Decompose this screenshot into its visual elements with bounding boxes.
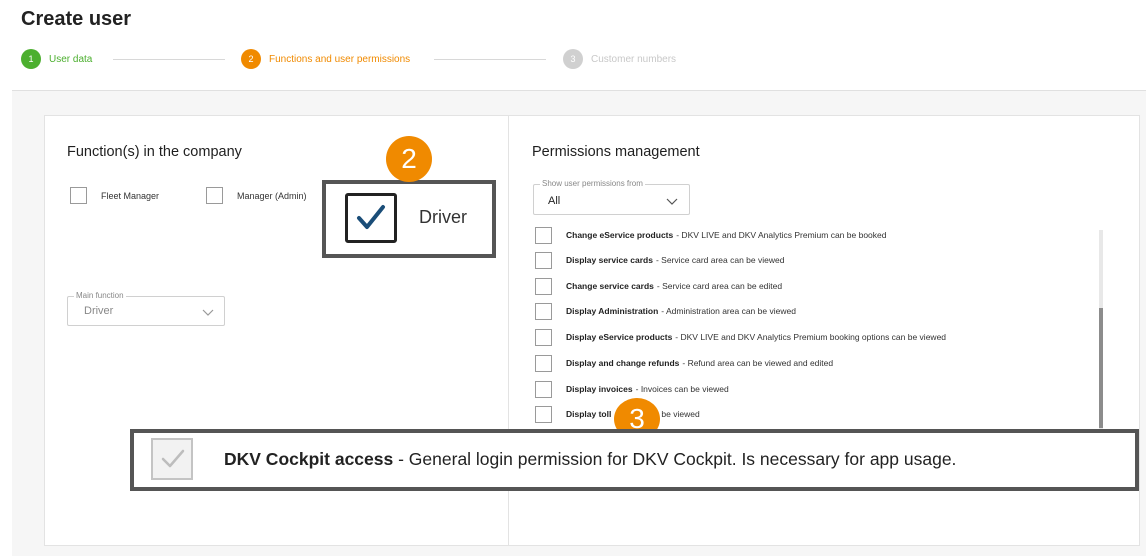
permission-description: - Service card area can be edited [656,281,783,291]
permissions-source-select[interactable]: Show user permissions from All [533,179,690,215]
permission-row[interactable]: Display Administration - Administration … [535,302,796,320]
permissions-source-value: All [548,195,561,207]
checkmark-icon [161,449,185,468]
permission-description: - Administration area can be viewed [661,306,796,316]
stepper-connector [113,59,225,60]
permission-checkbox[interactable] [535,380,552,398]
permission-title: Display eService products [566,332,673,342]
permission-checkbox[interactable] [535,354,552,372]
page-title: Create user [21,8,132,30]
permissions-scrollbar-thumb[interactable] [1099,308,1103,428]
permission-title: Display invoices [566,384,633,394]
permission-row[interactable]: Display invoices - Invoices can be viewe… [535,380,729,398]
step-number: 3 [563,49,583,69]
permission-checkbox[interactable] [535,328,552,346]
cockpit-access-description: - General login permission for DKV Cockp… [393,449,957,469]
permission-title: Change service cards [566,281,654,291]
step-functions-permissions[interactable]: 2 Functions and user permissions [241,49,410,69]
cockpit-access-checkbox [151,438,193,480]
permission-description: - Refund area can be viewed and edited [682,358,834,368]
step-label: Functions and user permissions [269,53,411,65]
callout-badge-2: 2 [386,136,432,182]
functions-title: Function(s) in the company [67,144,242,160]
permission-checkbox[interactable] [535,251,552,269]
permission-title: Display Administration [566,306,659,316]
wizard-stepper: 1 User data 2 Functions and user permiss… [21,49,701,71]
cockpit-access-title: DKV Cockpit access [224,449,394,469]
permission-title: Display and change refunds [566,358,680,368]
permission-title: Display toll [566,409,612,419]
stepper-connector [434,59,546,60]
permission-title: Change eService products [566,230,674,240]
permission-row[interactable]: Display and change refunds - Refund area… [535,354,833,372]
chevron-down-icon [202,309,214,316]
main-function-select[interactable]: Main function Driver [67,291,225,326]
fleet-manager-checkbox[interactable] [70,187,87,204]
manager-admin-label: Manager (Admin) [237,191,307,201]
permission-row[interactable]: Change service cards - Service card area… [535,277,782,295]
cockpit-access-label: DKV Cockpit access - General login permi… [224,449,956,470]
permission-row[interactable]: Change eService products - DKV LIVE and … [535,226,886,244]
step-label: User data [49,53,93,65]
driver-label: Driver [419,207,467,227]
permission-title: Display service cards [566,255,653,265]
permission-checkbox[interactable] [535,226,552,244]
permission-checkbox[interactable] [535,277,552,295]
step-customer-numbers[interactable]: 3 Customer numbers [563,49,676,69]
fleet-manager-label: Fleet Manager [101,191,160,201]
checkmark-icon [357,205,385,229]
permission-row[interactable]: Display eService products - DKV LIVE and… [535,328,946,346]
permission-row[interactable]: Display service cards - Service card are… [535,251,784,269]
permission-description: - Invoices can be viewed [635,384,729,394]
permission-description: - DKV LIVE and DKV Analytics Premium boo… [675,332,947,342]
permission-description: - Service card area can be viewed [655,255,785,265]
step-number: 1 [21,49,41,69]
step-user-data[interactable]: 1 User data [21,49,92,69]
main-function-legend: Main function [74,291,126,300]
permission-description: - DKV LIVE and DKV Analytics Premium can… [676,230,887,240]
permissions-source-legend: Show user permissions from [540,179,645,188]
permissions-title: Permissions management [532,144,700,160]
permission-checkbox[interactable] [535,302,552,320]
main-function-value: Driver [84,305,114,317]
driver-checkbox[interactable] [345,193,397,243]
permission-checkbox[interactable] [535,405,552,423]
chevron-down-icon [666,198,678,205]
step-label: Customer numbers [591,53,677,65]
step-number: 2 [241,49,261,69]
manager-admin-checkbox[interactable] [206,187,223,204]
